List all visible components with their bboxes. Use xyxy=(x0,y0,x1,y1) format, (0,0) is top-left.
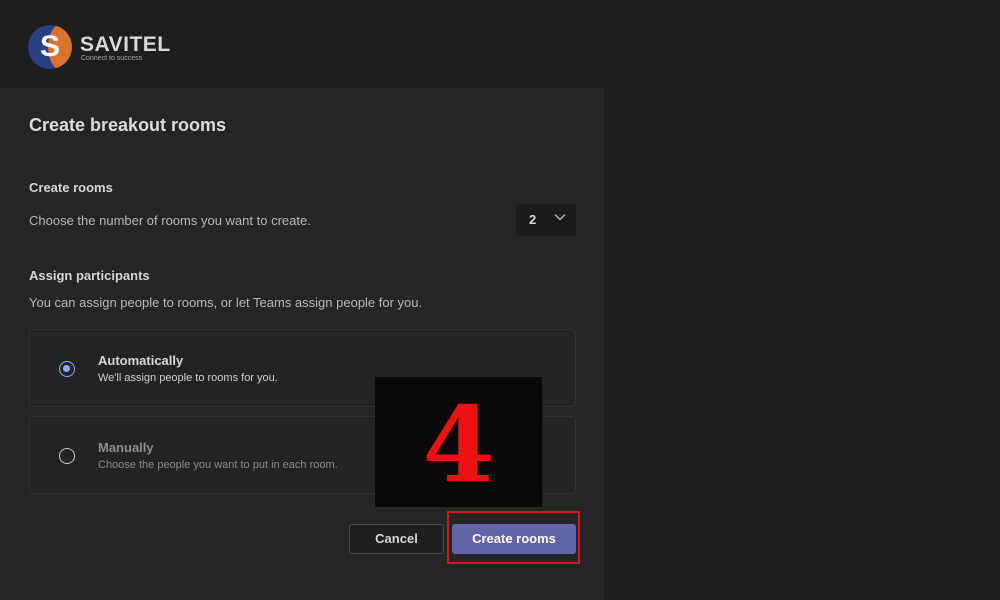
cancel-button[interactable]: Cancel xyxy=(349,524,444,554)
chevron-down-icon xyxy=(554,214,566,221)
assign-participants-label: Assign participants xyxy=(29,268,150,283)
assign-participants-description: You can assign people to rooms, or let T… xyxy=(29,295,423,310)
radio-automatically[interactable] xyxy=(59,361,75,377)
step-number-badge: 4 xyxy=(375,377,542,507)
create-rooms-label: Create rooms xyxy=(29,180,113,195)
radio-manually[interactable] xyxy=(59,448,75,464)
room-count-dropdown[interactable]: 2 xyxy=(516,204,576,236)
option-description: Choose the people you want to put in eac… xyxy=(98,459,338,471)
room-count-value: 2 xyxy=(529,212,537,227)
create-rooms-description: Choose the number of rooms you want to c… xyxy=(29,213,311,228)
step-number: 4 xyxy=(422,383,495,506)
dialog-title: Create breakout rooms xyxy=(29,115,227,135)
option-title: Automatically xyxy=(98,353,184,368)
option-title: Manually xyxy=(98,440,154,455)
logo-letter: S xyxy=(39,30,60,63)
step-highlight-box xyxy=(447,511,580,564)
option-description: We'll assign people to rooms for you. xyxy=(98,372,278,384)
logo-mark-icon: S xyxy=(28,25,72,69)
create-breakout-rooms-dialog: Create breakout rooms Create rooms Choos… xyxy=(0,88,604,600)
logo-tagline: Connect to success xyxy=(81,55,143,62)
logo-name: SAVITEL xyxy=(80,33,171,56)
